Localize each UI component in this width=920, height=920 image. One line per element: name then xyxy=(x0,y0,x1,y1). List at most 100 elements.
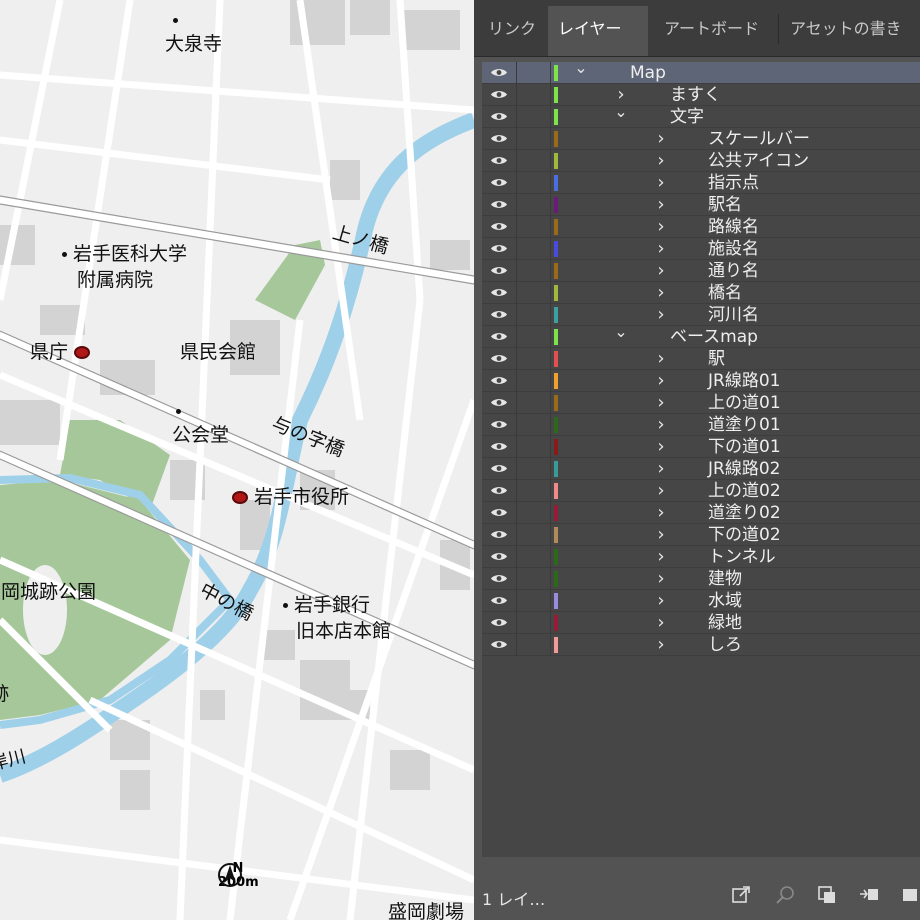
chevron-right-icon[interactable]: › xyxy=(654,174,668,192)
chevron-right-icon[interactable]: › xyxy=(654,416,668,434)
chevron-right-icon[interactable]: › xyxy=(654,504,668,522)
eye-icon[interactable] xyxy=(490,67,508,78)
layer-name[interactable]: 通り名 xyxy=(708,260,759,282)
chevron-right-icon[interactable]: › xyxy=(654,196,668,214)
search-icon[interactable] xyxy=(774,884,796,906)
eye-icon[interactable] xyxy=(490,595,508,606)
chevron-right-icon[interactable]: › xyxy=(654,526,668,544)
layer-name[interactable]: ベースmap xyxy=(670,326,758,348)
chevron-down-icon[interactable]: ⌄ xyxy=(614,323,628,341)
layer-row[interactable]: › 指示点 xyxy=(482,172,920,194)
layer-name[interactable]: トンネル xyxy=(708,546,776,568)
tab-links[interactable]: リンク xyxy=(478,6,546,56)
tab-layers[interactable]: レイヤー xyxy=(548,6,648,56)
layer-row[interactable]: › トンネル xyxy=(482,546,920,568)
chevron-right-icon[interactable]: › xyxy=(654,130,668,148)
eye-icon[interactable] xyxy=(490,419,508,430)
layer-name[interactable]: 緑地 xyxy=(708,612,742,634)
eye-icon[interactable] xyxy=(490,155,508,166)
tab-asset-export[interactable]: アセットの書き xyxy=(780,6,912,56)
tab-artboards[interactable]: アートボード xyxy=(654,6,769,56)
layer-name[interactable]: 道塗り01 xyxy=(708,414,781,436)
layer-row[interactable]: › 河川名 xyxy=(482,304,920,326)
chevron-right-icon[interactable]: › xyxy=(654,394,668,412)
chevron-right-icon[interactable]: › xyxy=(654,284,668,302)
chevron-down-icon[interactable]: ⌄ xyxy=(574,59,588,77)
layer-row[interactable]: › 道塗り01 xyxy=(482,414,920,436)
layer-name[interactable]: 上の道02 xyxy=(708,480,781,502)
layer-name[interactable]: スケールバー xyxy=(708,128,810,150)
map-canvas[interactable]: 大泉寺 岩手医科大学 附属病院 県庁 県民会館 公会堂 岩手市役所 盛岡城跡公園… xyxy=(0,0,474,920)
eye-icon[interactable] xyxy=(490,199,508,210)
layer-row[interactable]: › 駅名 xyxy=(482,194,920,216)
layer-row[interactable]: › 緑地 xyxy=(482,612,920,634)
layer-row[interactable]: › 下の道02 xyxy=(482,524,920,546)
chevron-right-icon[interactable]: › xyxy=(654,372,668,390)
layer-row[interactable]: › 水域 xyxy=(482,590,920,612)
chevron-right-icon[interactable]: › xyxy=(654,614,668,632)
chevron-right-icon[interactable]: › xyxy=(654,306,668,324)
eye-icon[interactable] xyxy=(490,573,508,584)
chevron-right-icon[interactable]: › xyxy=(654,438,668,456)
layer-name[interactable]: 駅 xyxy=(708,348,725,370)
layer-row[interactable]: › 公共アイコン xyxy=(482,150,920,172)
layer-row[interactable]: › 建物 xyxy=(482,568,920,590)
layer-name[interactable]: 指示点 xyxy=(708,172,759,194)
chevron-right-icon[interactable]: › xyxy=(654,636,668,654)
eye-icon[interactable] xyxy=(490,265,508,276)
chevron-right-icon[interactable]: › xyxy=(654,548,668,566)
layer-name[interactable]: 公共アイコン xyxy=(708,150,809,172)
eye-icon[interactable] xyxy=(490,221,508,232)
eye-icon[interactable] xyxy=(490,551,508,562)
new-layer-icon[interactable] xyxy=(900,884,920,906)
layer-name[interactable]: 文字 xyxy=(670,106,704,128)
chevron-right-icon[interactable]: › xyxy=(654,262,668,280)
chevron-right-icon[interactable]: › xyxy=(654,152,668,170)
layer-row[interactable]: › 通り名 xyxy=(482,260,920,282)
eye-icon[interactable] xyxy=(490,441,508,452)
layer-row[interactable]: ⌄ ベースmap xyxy=(482,323,920,348)
eye-icon[interactable] xyxy=(490,89,508,100)
layer-row[interactable]: › 下の道01 xyxy=(482,436,920,458)
layer-name[interactable]: 水域 xyxy=(708,590,742,612)
layer-row[interactable]: › スケールバー xyxy=(482,128,920,150)
layer-name[interactable]: JR線路02 xyxy=(708,458,780,480)
chevron-down-icon[interactable]: ⌄ xyxy=(614,103,628,121)
merge-icon[interactable] xyxy=(858,884,880,906)
layer-row[interactable]: ⌄ Map xyxy=(482,59,920,84)
eye-icon[interactable] xyxy=(490,309,508,320)
layer-row[interactable]: › 路線名 xyxy=(482,216,920,238)
eye-icon[interactable] xyxy=(490,463,508,474)
layer-row[interactable]: › 上の道01 xyxy=(482,392,920,414)
eye-icon[interactable] xyxy=(490,353,508,364)
eye-icon[interactable] xyxy=(490,111,508,122)
chevron-right-icon[interactable]: › xyxy=(654,460,668,478)
layer-name[interactable]: 施設名 xyxy=(708,238,759,260)
collect-icon[interactable] xyxy=(816,884,838,906)
layer-row[interactable]: › 橋名 xyxy=(482,282,920,304)
layer-row[interactable]: ⌄ 文字 xyxy=(482,103,920,128)
eye-icon[interactable] xyxy=(490,287,508,298)
layer-name[interactable]: 下の道02 xyxy=(708,524,781,546)
layer-row[interactable]: › ますく xyxy=(482,84,920,106)
eye-icon[interactable] xyxy=(490,133,508,144)
chevron-right-icon[interactable]: › xyxy=(654,218,668,236)
layer-row[interactable]: › 道塗り02 xyxy=(482,502,920,524)
layer-name[interactable]: 道塗り02 xyxy=(708,502,781,524)
layer-name[interactable]: 建物 xyxy=(708,568,742,590)
layer-name[interactable]: JR線路01 xyxy=(708,370,780,392)
eye-icon[interactable] xyxy=(490,331,508,342)
layer-name[interactable]: Map xyxy=(630,62,666,84)
eye-icon[interactable] xyxy=(490,243,508,254)
eye-icon[interactable] xyxy=(490,485,508,496)
chevron-right-icon[interactable]: › xyxy=(654,592,668,610)
eye-icon[interactable] xyxy=(490,529,508,540)
eye-icon[interactable] xyxy=(490,375,508,386)
chevron-right-icon[interactable]: › xyxy=(654,240,668,258)
layer-name[interactable]: しろ xyxy=(708,634,742,656)
layer-row[interactable]: › JR線路02 xyxy=(482,458,920,480)
chevron-right-icon[interactable]: › xyxy=(654,350,668,368)
eye-icon[interactable] xyxy=(490,617,508,628)
layer-name[interactable]: 橋名 xyxy=(708,282,742,304)
eye-icon[interactable] xyxy=(490,397,508,408)
